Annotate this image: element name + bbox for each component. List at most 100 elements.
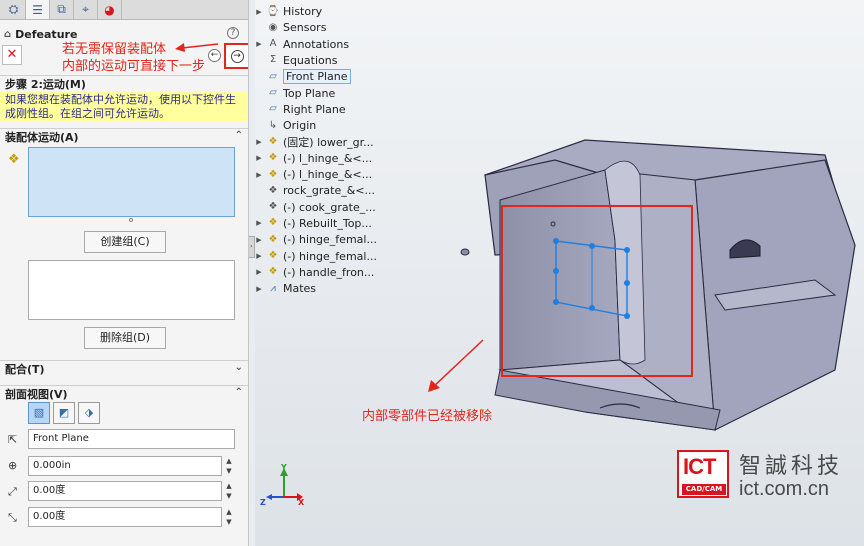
property-manager-tab[interactable]: ☰ [26,0,50,19]
section-zone-button[interactable]: ◩ [53,402,75,424]
tree-item[interactable]: ▶ ❖ (-) hinge_femal... [252,232,377,247]
tree-item[interactable]: ▶ A Annotations [252,37,349,52]
tree-item-label: (-) hinge_femal... [283,249,377,263]
zone-section-icon: ◩ [58,406,70,419]
chevron-up-icon: ⌃ [234,130,243,141]
crosshair-icon: ⌖ [82,2,89,16]
sensor-icon: ◉ [268,21,278,33]
tree-item[interactable]: ▶ ❖ (-) handle_fron... [252,265,374,280]
expand-arrow-icon[interactable]: ▶ [252,236,266,244]
step-heading: 步骤 2:运动(M) [0,75,248,91]
section-plane-button[interactable]: ▧ [28,402,50,424]
angle-y-field[interactable]: 0.00度 [28,507,222,527]
tree-item[interactable]: ▶ ❖ (固定) lower_gr... [252,134,374,149]
part-icon: ❖ [268,168,278,180]
expand-arrow-icon[interactable]: ▶ [252,8,266,16]
group-list[interactable] [28,260,235,320]
tree-item[interactable]: ❖ (-) cook_grate_... [252,200,376,215]
tree-item-label: rock_grate_&<... [283,184,376,198]
origin-icon: ↳ [268,119,278,131]
part-gray-icon: ❖ [268,201,278,213]
tree-item[interactable]: ▶ ❖ (-) l_hinge_&<... [252,151,372,166]
property-list-icon: ☰ [32,2,43,17]
display-manager-tab[interactable]: ◕ [98,0,122,19]
dimxpert-manager-tab[interactable]: ⌖ [74,0,98,19]
angle-y-spinner[interactable]: ▲ ▼ [224,507,234,527]
plane-icon: ▱ [269,87,277,98]
tree-item[interactable]: ▱ Front Plane [252,69,351,85]
mates-heading[interactable]: 配合(T) ⌄ [0,360,248,376]
next-arrow-icon: → [230,49,244,63]
offset-spinner[interactable]: ▲ ▼ [224,456,234,476]
chevron-up-icon: ⌃ [234,387,243,398]
tree-item-label: (-) cook_grate_... [283,200,376,214]
tree-item[interactable]: ❖ rock_grate_&<... [252,183,376,198]
part-icon: ❖ [268,250,278,261]
section-view-heading[interactable]: 剖面视图(V) ⌃ [0,385,248,401]
section-plane-field[interactable]: Front Plane [28,429,235,449]
tree-item[interactable]: ▶ ❖ (-) l_hinge_&<... [252,167,372,182]
page-title: ⌂ Defeature [4,27,77,41]
help-icon[interactable]: ? [227,27,239,39]
flip-section-icon: ⬗ [84,406,94,419]
components-icon: ❖ [8,152,20,167]
plane-section-icon: ▧ [33,406,45,419]
plane-handle[interactable] [624,313,630,319]
expand-arrow-icon[interactable]: ▶ [252,219,266,227]
next-button[interactable]: → [224,43,248,69]
expand-arrow-icon[interactable]: ▶ [252,252,266,260]
assembly-motion-heading[interactable]: 装配体运动(A) ⌃ [0,128,248,144]
angle-x-field[interactable]: 0.00度 [28,481,222,501]
expand-arrow-icon[interactable]: ▶ [252,171,266,179]
tree-item[interactable]: ↳ Origin [252,118,316,133]
plane-handle[interactable] [553,268,559,274]
resize-handle[interactable] [129,218,133,222]
angle-x-spinner[interactable]: ▲ ▼ [224,481,234,501]
cancel-button[interactable]: ✕ [2,45,22,65]
plane-handle[interactable] [553,299,559,305]
tree-item[interactable]: ◉ Sensors [252,20,327,35]
offset-field[interactable]: 0.000in [28,456,222,476]
page-title-text: Defeature [15,27,78,41]
plane-handle[interactable] [589,305,595,311]
triad-z-label: Z [260,498,266,507]
plane-handle[interactable] [553,238,559,244]
step-message: 如果您想在装配体中允许运动，使用以下控件生成刚性组。在组之间可允许运动。 [0,92,248,122]
tree-item[interactable]: ▱ Right Plane [252,102,346,117]
equation-icon: Σ [269,54,277,66]
tree-item-label: (-) l_hinge_&<... [283,151,373,165]
part-icon: ❖ [268,233,278,245]
tree-item[interactable]: ▱ Top Plane [252,86,335,101]
plane-icon: ▱ [269,70,277,82]
expand-arrow-icon[interactable]: ▶ [252,285,266,293]
create-group-button[interactable]: 创建组(C) [84,231,166,253]
tree-item[interactable]: ▶ ❖ (-) Rebuilt_Top... [252,216,372,231]
chevron-down-icon: ⌄ [234,362,243,373]
tree-item[interactable]: ▶ ❖ (-) hinge_femal... [252,249,377,264]
delete-group-button[interactable]: 删除组(D) [84,327,166,349]
tree-item-label: Origin [283,119,317,133]
expand-arrow-icon[interactable]: ▶ [252,268,266,276]
section-flip-button[interactable]: ⬗ [78,402,100,424]
configuration-manager-tab[interactable]: ⧉ [50,0,74,19]
expand-arrow-icon[interactable]: ▶ [252,154,266,162]
component-selection-box[interactable] [28,147,235,217]
triad-y-label: Y [281,463,287,472]
mates-icon: ⩘ [270,282,276,294]
feature-manager-tab[interactable]: ⛭ [2,0,26,19]
expand-arrow-icon[interactable]: ▶ [252,40,266,48]
tree-item[interactable]: ▶ ⩘ Mates [252,281,316,296]
part-icon: ❖ [268,152,278,164]
tree-item-label: (-) Rebuilt_Top... [283,216,372,230]
tree-item[interactable]: ▶ ⌚ History [252,4,322,19]
grill-body-model[interactable] [460,139,856,432]
tree-item[interactable]: Σ Equations [252,53,338,68]
tree-item-label: (固定) lower_gr... [283,135,374,149]
manager-tabs: ⛭ ☰ ⧉ ⌖ ◕ [0,0,248,20]
plane-handle[interactable] [624,280,630,286]
expand-arrow-icon[interactable]: ▶ [252,138,266,146]
plane-handle[interactable] [589,243,595,249]
plane-handle[interactable] [624,247,630,253]
tree-item-label: Mates [283,282,317,296]
part-gray-icon: ❖ [268,184,278,196]
